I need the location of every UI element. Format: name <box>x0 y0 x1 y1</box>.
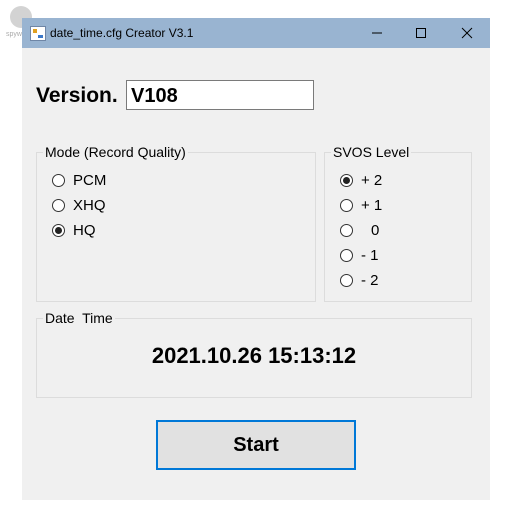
app-icon <box>30 26 46 41</box>
mode-radio-xhq[interactable]: XHQ <box>52 197 106 214</box>
radio-label: 0 <box>371 222 380 239</box>
radio-circle <box>52 199 65 212</box>
svos-group: SVOS Level + 2 + 1 0 - 1 - 2 <box>324 144 472 302</box>
close-icon <box>461 27 473 39</box>
radio-label: XHQ <box>73 197 106 214</box>
minimize-icon <box>372 32 382 34</box>
mode-group-title: Mode (Record Quality) <box>43 144 188 160</box>
mode-group: Mode (Record Quality) PCM XHQ HQ <box>36 144 316 302</box>
minimize-button[interactable] <box>354 18 400 48</box>
svos-group-title: SVOS Level <box>331 144 412 160</box>
radio-label: + 1 <box>361 197 383 214</box>
radio-circle <box>340 249 353 262</box>
radio-circle-selected <box>52 224 65 237</box>
window-title: date_time.cfg Creator V3.1 <box>50 26 194 40</box>
title-bar[interactable]: date_time.cfg Creator V3.1 <box>22 18 490 48</box>
version-label: Version. <box>36 84 118 107</box>
mode-radio-pcm[interactable]: PCM <box>52 172 106 189</box>
svos-radio-minus2[interactable]: - 2 <box>340 272 379 289</box>
mode-radio-hq[interactable]: HQ <box>52 222 96 239</box>
datetime-group-title: Date Time <box>43 310 115 326</box>
datetime-group: Date Time 2021.10.26 15:13:12 <box>36 310 472 398</box>
app-window: date_time.cfg Creator V3.1 Version. V108… <box>22 18 490 500</box>
close-button[interactable] <box>444 18 490 48</box>
maximize-icon <box>416 28 426 38</box>
datetime-value: 2021.10.26 15:13:12 <box>151 343 357 368</box>
svos-radio-plus2[interactable]: + 2 <box>340 172 382 189</box>
radio-label: - 2 <box>361 272 379 289</box>
radio-label: - 1 <box>361 247 379 264</box>
radio-label: PCM <box>73 172 107 189</box>
radio-circle <box>340 224 353 237</box>
radio-circle <box>340 199 353 212</box>
version-input[interactable]: V108 <box>126 80 314 110</box>
radio-circle <box>52 174 65 187</box>
svos-radio-plus1[interactable]: + 1 <box>340 197 382 214</box>
maximize-button[interactable] <box>398 18 444 48</box>
radio-circle <box>340 274 353 287</box>
radio-label: HQ <box>73 222 96 239</box>
svos-radio-minus1[interactable]: - 1 <box>340 247 379 264</box>
radio-label: + 2 <box>361 172 383 189</box>
radio-circle-selected <box>340 174 353 187</box>
svos-radio-zero[interactable]: 0 <box>340 222 379 239</box>
start-button[interactable]: Start <box>156 420 356 470</box>
